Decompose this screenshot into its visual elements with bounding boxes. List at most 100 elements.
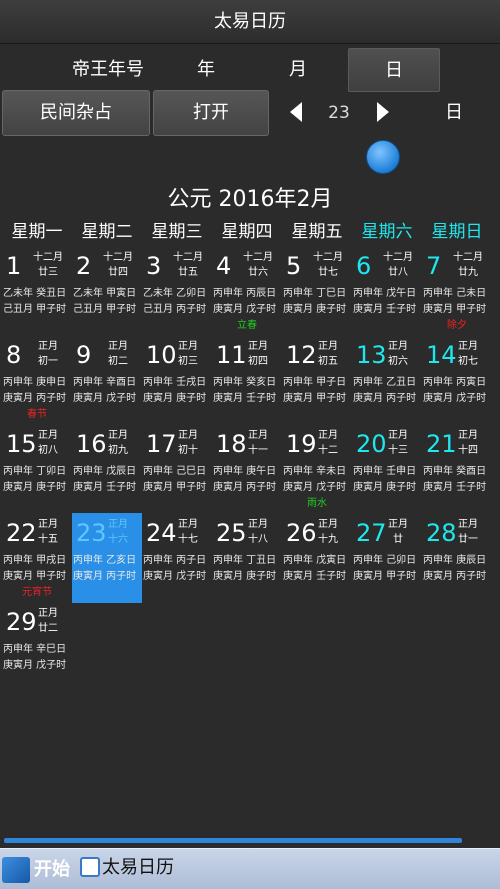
taskbar-app-item[interactable]: 太易日历 bbox=[78, 853, 198, 887]
day-cell[interactable]: 2 十二月 廿四 乙未年 甲寅日 己丑月 甲子时 bbox=[72, 246, 142, 336]
day-cell[interactable]: 28 正月 廿一 丙申年 庚辰日 庚寅月 丙子时 bbox=[422, 513, 492, 603]
day-cell[interactable]: 15 正月 初八 丙申年 丁卯日 庚寅月 庚子时 bbox=[2, 424, 72, 514]
day-cell[interactable]: 6 十二月 廿八 丙申年 戊午日 庚寅月 壬子时 bbox=[352, 246, 422, 336]
lunar-month: 正月 bbox=[38, 341, 58, 352]
day-cell[interactable]: 7 十二月 廿九 丙申年 己未日 庚寅月 甲子时 除夕 bbox=[422, 246, 492, 336]
triangle-right-icon[interactable] bbox=[377, 102, 389, 122]
lunar-month: 正月 bbox=[38, 519, 58, 530]
lunar-month: 正月 bbox=[458, 430, 478, 441]
lunar-date: 正月 十六 bbox=[100, 517, 136, 547]
ganzhi-month-hour: 庚寅月 丙子时 bbox=[3, 393, 67, 404]
lunar-day: 廿六 bbox=[248, 267, 268, 278]
weekday-header: 星期一 星期二 星期三 星期四 星期五 星期六 星期日 bbox=[0, 218, 500, 246]
lunar-date: 正月 初六 bbox=[380, 339, 416, 369]
lunar-month: 十二月 bbox=[173, 252, 203, 263]
start-label: 开始 bbox=[34, 859, 70, 880]
month-title: 公元 2016年2月 bbox=[167, 187, 333, 212]
month-label[interactable]: 月 bbox=[276, 48, 320, 92]
ganzhi-year-day: 丙申年 癸酉日 bbox=[423, 466, 487, 477]
era-row: 帝王年号 年 月 日 bbox=[0, 48, 500, 92]
day-cell[interactable]: 10 正月 初三 丙申年 壬戌日 庚寅月 庚子时 bbox=[142, 335, 212, 425]
lunar-date: 正月 初五 bbox=[310, 339, 346, 369]
lunar-day: 廿一 bbox=[458, 534, 478, 545]
day-button[interactable]: 日 bbox=[348, 48, 440, 92]
ganzhi-year-day: 丙申年 乙亥日 bbox=[73, 555, 137, 566]
open-button[interactable]: 打开 bbox=[153, 90, 269, 136]
day-cell[interactable]: 23 正月 十六 丙申年 乙亥日 庚寅月 丙子时 bbox=[72, 513, 142, 603]
day-cell[interactable]: 20 正月 十三 丙申年 壬申日 庚寅月 庚子时 bbox=[352, 424, 422, 514]
lunar-day: 廿 bbox=[393, 534, 403, 545]
day-cell[interactable]: 22 正月 十五 丙申年 甲戌日 庚寅月 甲子时 元宵节 bbox=[2, 513, 72, 603]
lunar-date: 十二月 廿三 bbox=[30, 250, 66, 280]
day-cell[interactable]: 11 正月 初四 丙申年 癸亥日 庚寅月 壬子时 bbox=[212, 335, 282, 425]
festival-label: 元宵节 bbox=[22, 587, 52, 598]
lunar-month: 正月 bbox=[108, 430, 128, 441]
lunar-date: 正月 十四 bbox=[450, 428, 486, 458]
day-cell[interactable]: 27 正月廿丙申年 己卯日 庚寅月 甲子时 bbox=[352, 513, 422, 603]
lunar-month: 正月 bbox=[318, 519, 338, 530]
lunar-day: 十四 bbox=[458, 445, 478, 456]
ganzhi-year-day: 乙未年 癸丑日 bbox=[3, 288, 67, 299]
ganzhi-year-day: 丙申年 丙寅日 bbox=[423, 377, 487, 388]
lunar-date: 正月廿 bbox=[380, 517, 416, 547]
lunar-day: 十一 bbox=[248, 445, 268, 456]
day-cell[interactable]: 25 正月 十八 丙申年 丁丑日 庚寅月 庚子时 bbox=[212, 513, 282, 603]
ganzhi-year-day: 丙申年 癸亥日 bbox=[213, 377, 277, 388]
lunar-month: 十二月 bbox=[453, 252, 483, 263]
lunar-month: 正月 bbox=[248, 341, 268, 352]
lunar-day: 初四 bbox=[248, 356, 268, 367]
day-number: 4 bbox=[216, 252, 232, 280]
lunar-day: 廿七 bbox=[318, 267, 338, 278]
ganzhi-year-day: 丙申年 庚午日 bbox=[213, 466, 277, 477]
year-label[interactable]: 年 bbox=[184, 48, 228, 92]
lunar-day: 初十 bbox=[178, 445, 198, 456]
ganzhi-month-hour: 庚寅月 壬子时 bbox=[283, 571, 347, 582]
day-cell[interactable]: 13 正月 初六 丙申年 乙丑日 庚寅月 丙子时 bbox=[352, 335, 422, 425]
day-cell[interactable]: 26 正月 十九 丙申年 戊寅日 庚寅月 壬子时 bbox=[282, 513, 352, 603]
start-button[interactable]: 开始 bbox=[0, 853, 74, 887]
day-cell[interactable]: 17 正月 初十 丙申年 己巳日 庚寅月 甲子时 bbox=[142, 424, 212, 514]
day-cell[interactable]: 9 正月 初二 丙申年 辛酉日 庚寅月 戊子时 bbox=[72, 335, 142, 425]
lunar-day: 初九 bbox=[108, 445, 128, 456]
day-cell[interactable]: 3 十二月 廿五 乙未年 乙卯日 己丑月 丙子时 bbox=[142, 246, 212, 336]
day-cell[interactable]: 4 十二月 廿六 丙申年 丙辰日 庚寅月 戊子时 立春 bbox=[212, 246, 282, 336]
triangle-left-icon[interactable] bbox=[290, 102, 302, 122]
ganzhi-month-hour: 庚寅月 庚子时 bbox=[3, 482, 67, 493]
weekday-sun: 星期日 bbox=[431, 222, 483, 242]
folk-divination-button[interactable]: 民间杂占 bbox=[2, 90, 150, 136]
ganzhi-month-hour: 庚寅月 壬子时 bbox=[213, 393, 277, 404]
ganzhi-month-hour: 己丑月 甲子时 bbox=[3, 304, 67, 315]
day-cell[interactable]: 24 正月 十七 丙申年 丙子日 庚寅月 戊子时 bbox=[142, 513, 212, 603]
lunar-day: 初一 bbox=[38, 356, 58, 367]
lunar-day: 十三 bbox=[388, 445, 408, 456]
ganzhi-month-hour: 庚寅月 戊子时 bbox=[213, 304, 277, 315]
lunar-day: 初八 bbox=[38, 445, 58, 456]
ganzhi-year-day: 丙申年 壬申日 bbox=[353, 466, 417, 477]
lunar-day: 十八 bbox=[248, 534, 268, 545]
calendar-app-icon bbox=[80, 857, 100, 877]
day-number: 8 bbox=[6, 341, 22, 369]
day-cell[interactable]: 12 正月 初五 丙申年 甲子日 庚寅月 甲子时 bbox=[282, 335, 352, 425]
emperor-era-label[interactable]: 帝王年号 bbox=[60, 48, 156, 92]
day-cell[interactable]: 1 十二月 廿三 乙未年 癸丑日 己丑月 甲子时 bbox=[2, 246, 72, 336]
day-cell[interactable]: 8 正月 初一 丙申年 庚申日 庚寅月 丙子时 春节 bbox=[2, 335, 72, 425]
ganzhi-year-day: 丙申年 庚申日 bbox=[3, 377, 67, 388]
day-cell[interactable]: 5 十二月 廿七 丙申年 丁巳日 庚寅月 庚子时 bbox=[282, 246, 352, 336]
day-cell[interactable]: 29 正月 廿二 丙申年 辛巳日 庚寅月 戊子时 bbox=[2, 602, 72, 692]
slider-thumb[interactable] bbox=[366, 140, 400, 174]
day-cell[interactable]: 19 正月 十二 丙申年 辛未日 庚寅月 戊子时 雨水 bbox=[282, 424, 352, 514]
ganzhi-month-hour: 庚寅月 丙子时 bbox=[423, 571, 487, 582]
day-cell[interactable]: 16 正月 初九 丙申年 戊辰日 庚寅月 壬子时 bbox=[72, 424, 142, 514]
weekday-fri: 星期五 bbox=[291, 222, 343, 242]
day-number: 9 bbox=[76, 341, 92, 369]
day-cell[interactable]: 14 正月 初七 丙申年 丙寅日 庚寅月 戊子时 bbox=[422, 335, 492, 425]
lunar-date: 十二月 廿九 bbox=[450, 250, 486, 280]
day-cell[interactable]: 18 正月 十一 丙申年 庚午日 庚寅月 丙子时 bbox=[212, 424, 282, 514]
lunar-date: 正月 十二 bbox=[310, 428, 346, 458]
festival-label: 除夕 bbox=[447, 320, 467, 331]
ganzhi-year-day: 丙申年 丙子日 bbox=[143, 555, 207, 566]
day-cell[interactable]: 21 正月 十四 丙申年 癸酉日 庚寅月 壬子时 bbox=[422, 424, 492, 514]
ganzhi-month-hour: 庚寅月 甲子时 bbox=[143, 482, 207, 493]
lunar-date: 正月 十八 bbox=[240, 517, 276, 547]
lunar-day: 十七 bbox=[178, 534, 198, 545]
